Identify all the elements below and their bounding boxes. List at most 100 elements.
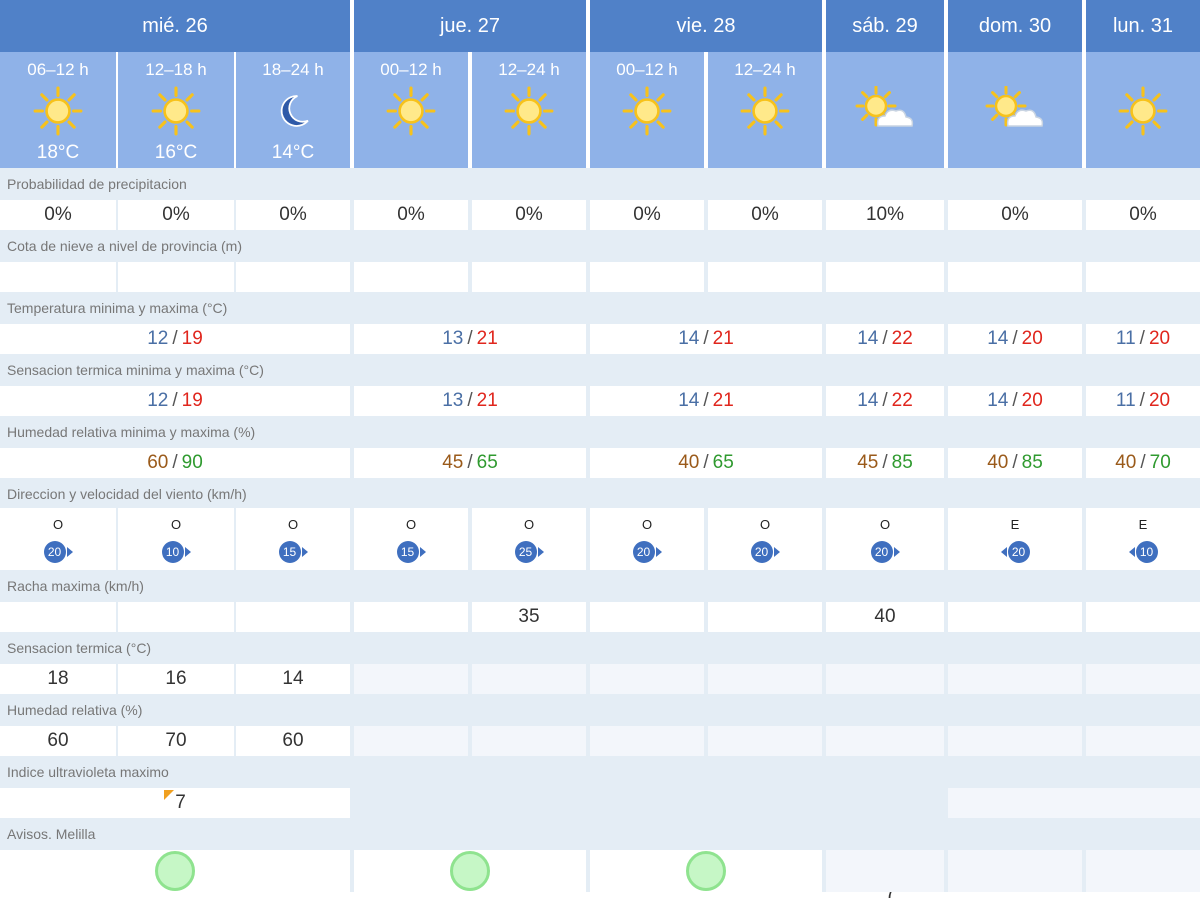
feels-cell: 14/21 [590, 386, 822, 416]
label-temperature: Temperatura minima y maxima (°C) [0, 292, 1200, 324]
temp-min: 14 [987, 328, 1009, 349]
temp-cell: 14/20 [948, 324, 1082, 354]
period-header [1086, 52, 1200, 168]
warnings-row [0, 850, 1200, 892]
uv-index-cell [948, 788, 1200, 818]
separator: / [172, 328, 178, 349]
separator: / [172, 390, 178, 411]
temp-cell: 12/19 [0, 324, 350, 354]
day-header-row: mié. 26 jue. 27 vie. 28 sáb. 29 dom. 30 lun. … [0, 0, 1200, 52]
feels-max: 21 [712, 390, 734, 411]
temp-max: 22 [891, 328, 913, 349]
feels-like-period-cell: 14 [236, 664, 350, 694]
feels-like-period-cell: 16 [118, 664, 234, 694]
precipitation-value: 0% [1129, 204, 1157, 225]
temp-min: 14 [678, 328, 700, 349]
period-label: 00–12 h [616, 60, 678, 79]
humidity-min: 40 [1115, 452, 1137, 473]
warning-status-icon[interactable] [155, 851, 195, 891]
humidity-period-value: 60 [47, 730, 69, 751]
wind-cell: E 20 [948, 508, 1082, 570]
gust-cell [708, 602, 822, 632]
wind-speed: 10 [1135, 541, 1158, 563]
wind-speed-badge: 10 [1128, 541, 1158, 563]
temp-max: 20 [1021, 328, 1043, 349]
sun-icon [621, 86, 673, 136]
humidity-period-cell [708, 726, 822, 756]
humidity-cell: 40/65 [590, 448, 822, 478]
feels-like-period-cell [948, 664, 1082, 694]
precipitation-cell: 0% [708, 200, 822, 230]
wind-cell: O 20 [590, 508, 704, 570]
humidity-period-value: 60 [282, 730, 304, 751]
gust-cell [1086, 602, 1200, 632]
humidity-period-cell [1086, 726, 1200, 756]
feels-min: 14 [987, 390, 1009, 411]
period-header: 18–24 h 14°C [236, 52, 350, 168]
label-feels-like-text: Sensacion termica minima y maxima (°C) [7, 362, 264, 378]
wind-arrow-right-icon [537, 547, 544, 557]
warning-cell [826, 850, 944, 892]
separator: / [703, 452, 709, 473]
period-temperature: 16°C [154, 142, 198, 163]
wind-direction: O [405, 517, 417, 532]
feels-like-period-cell [1086, 664, 1200, 694]
day-label: sáb. 29 [852, 14, 918, 37]
wind-arrow-right-icon [301, 547, 308, 557]
wind-arrow-right-icon [893, 547, 900, 557]
period-label: 00–12 h [380, 60, 442, 79]
label-warnings: Avisos. Melilla [0, 818, 1200, 850]
period-temperature: 14°C [271, 142, 315, 163]
precipitation-cell: 0% [0, 200, 116, 230]
temp-min: 12 [147, 328, 169, 349]
humidity-max: 85 [1021, 452, 1043, 473]
precipitation-value: 0% [44, 204, 72, 225]
period-header [948, 52, 1082, 168]
wind-speed-badge: 20 [632, 541, 662, 563]
precipitation-cell: 0% [1086, 200, 1200, 230]
gust-value: 40 [874, 606, 896, 627]
feels-cell: 13/21 [354, 386, 586, 416]
feels-like-period-cell [472, 664, 586, 694]
feels-like-period-cell [590, 664, 704, 694]
period-header: 12–24 h [708, 52, 822, 168]
label-uv-index-text: Indice ultravioleta maximo [7, 764, 169, 780]
snow-level-cell [948, 262, 1082, 292]
uv-index-cell: 7 [0, 788, 350, 818]
warning-status-icon[interactable] [450, 851, 490, 891]
humidity-period-cell: 60 [236, 726, 350, 756]
humidity-min: 40 [987, 452, 1009, 473]
temp-min: 11 [1115, 328, 1136, 349]
gust-row: 35 40 [0, 602, 1200, 632]
label-humidity-text: Humedad relativa minima y maxima (%) [7, 424, 256, 440]
humidity-min: 40 [678, 452, 700, 473]
warning-status-icon[interactable] [686, 851, 726, 891]
separator: / [1012, 390, 1018, 411]
humidity-period-cell: 70 [118, 726, 234, 756]
humidity-period-cell [354, 726, 468, 756]
feels-max: 20 [1021, 390, 1043, 411]
precipitation-cell: 0% [118, 200, 234, 230]
wind-speed: 15 [278, 541, 301, 563]
wind-direction: O [52, 517, 64, 532]
period-label: 12–18 h [145, 60, 207, 79]
sun-icon [503, 86, 555, 136]
label-precipitation: Probabilidad de precipitacion [0, 168, 1200, 200]
label-humidity-period: Humedad relativa (%) [0, 694, 1200, 726]
wind-speed: 20 [750, 541, 773, 563]
snow-level-cell [472, 262, 586, 292]
temp-min: 14 [857, 328, 879, 349]
gust-cell: 35 [472, 602, 586, 632]
wind-cell: O 20 [826, 508, 944, 570]
humidity-cell: 60/90 [0, 448, 350, 478]
wind-direction: E [1010, 517, 1020, 532]
gust-value: 35 [518, 606, 540, 627]
wind-speed: 20 [870, 541, 893, 563]
label-feels-like-period: Sensacion termica (°C) [0, 632, 1200, 664]
label-precipitation-text: Probabilidad de precipitacion [7, 176, 187, 192]
label-uv-index: Indice ultravioleta maximo [0, 756, 1200, 788]
feels-min: 14 [678, 390, 700, 411]
snow-level-cell [354, 262, 468, 292]
humidity-period-cell [590, 726, 704, 756]
feels-max: 22 [891, 390, 913, 411]
